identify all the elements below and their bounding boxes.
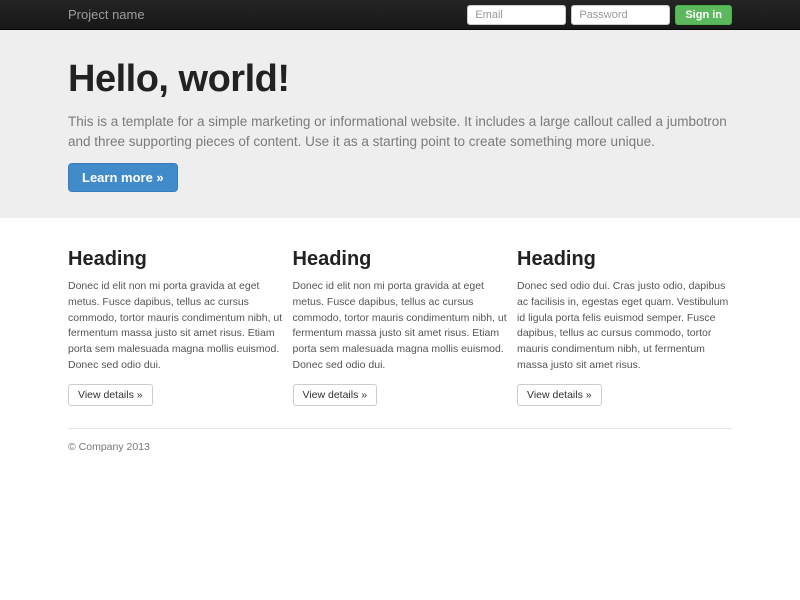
password-field[interactable] [571,4,671,25]
copyright-text: © Company 2013 [68,440,150,453]
email-field[interactable] [467,4,567,25]
content-column-2: Heading Donec id elit non mi porta gravi… [292,248,508,406]
navbar: Project name Sign in [0,0,800,30]
brand-link[interactable]: Project name [68,7,145,22]
view-details-button-3[interactable]: View details » [517,383,602,406]
signin-form: Sign in [467,4,732,25]
column-text: Donec sed odio dui. Cras justo odio, dap… [517,280,729,371]
view-details-button-2[interactable]: View details » [292,383,378,406]
content-column-3: Heading Donec sed odio dui. Cras justo o… [517,248,732,406]
page-title: Hello, world! [68,58,290,100]
column-text: Donec id elit non mi porta gravida at eg… [292,280,507,371]
column-heading: Heading [517,248,596,271]
column-heading: Heading [292,248,372,271]
sign-in-button[interactable]: Sign in [675,4,732,25]
jumbotron: Hello, world! This is a template for a s… [0,30,800,219]
footer: © Company 2013 [68,427,732,453]
jumbotron-description: This is a template for a simple marketin… [68,114,727,149]
column-text: Donec id elit non mi porta gravida at eg… [68,280,283,371]
column-heading: Heading [68,248,147,271]
content-columns: Heading Donec id elit non mi porta gravi… [68,248,732,406]
learn-more-button[interactable]: Learn more » [68,163,178,193]
view-details-button-1[interactable]: View details » [68,383,153,406]
content-column-1: Heading Donec id elit non mi porta gravi… [68,248,283,406]
footer-divider [68,427,732,429]
